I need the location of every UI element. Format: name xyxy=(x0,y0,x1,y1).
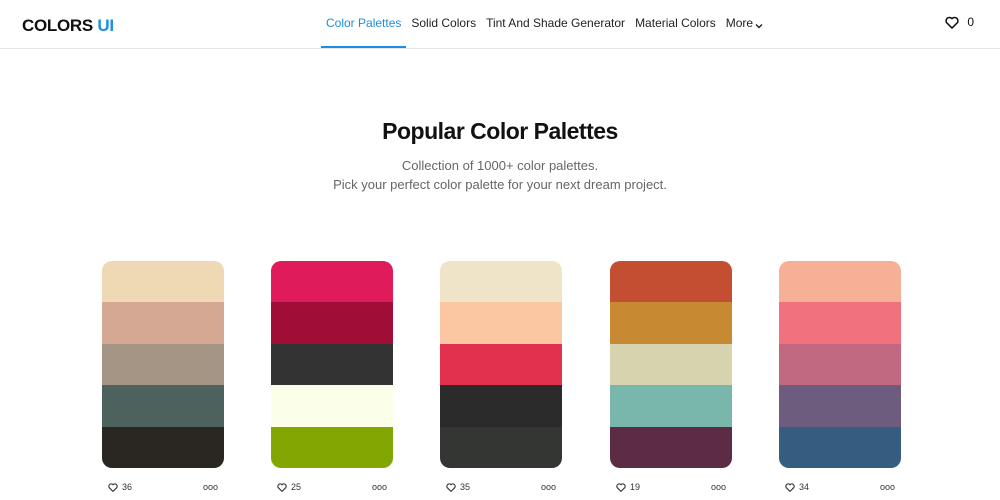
nav-tint-shade-generator[interactable]: Tint And Shade Generator xyxy=(481,0,630,47)
top-bar: COLORS UI Color Palettes Solid Colors Ti… xyxy=(0,0,1000,49)
like-count: 25 xyxy=(291,482,302,492)
more-options-icon[interactable]: ooo xyxy=(541,482,562,492)
favorites-count: 0 xyxy=(967,15,974,29)
color-swatch[interactable] xyxy=(779,343,901,386)
logo-main: COLORS xyxy=(22,16,93,35)
color-swatch[interactable] xyxy=(610,385,732,427)
more-options-icon[interactable]: ooo xyxy=(203,482,224,492)
color-swatch[interactable] xyxy=(440,426,562,468)
favorites-button[interactable]: 0 xyxy=(945,15,974,29)
heart-icon xyxy=(945,16,959,29)
palette-meta: 25 ooo xyxy=(271,480,393,494)
color-swatch[interactable] xyxy=(271,261,393,303)
logo[interactable]: COLORS UI xyxy=(22,16,114,36)
color-swatch[interactable] xyxy=(440,343,562,386)
nav-label: Tint And Shade Generator xyxy=(486,15,626,30)
like-button[interactable]: 19 xyxy=(610,482,640,492)
like-button[interactable]: 25 xyxy=(271,482,301,492)
like-count: 19 xyxy=(630,482,641,492)
nav-label: More xyxy=(725,15,754,30)
page-subtitle-line2: Pick your perfect color palette for your… xyxy=(333,177,667,192)
like-button[interactable]: 36 xyxy=(102,482,132,492)
page-title: Popular Color Palettes xyxy=(382,118,618,144)
palette-meta: 35 ooo xyxy=(440,480,562,494)
palette-meta: 34 ooo xyxy=(779,480,901,494)
heart-icon xyxy=(446,482,456,492)
nav-material-colors[interactable]: Material Colors xyxy=(630,0,721,47)
color-swatch[interactable] xyxy=(102,426,224,468)
color-swatch[interactable] xyxy=(102,385,224,427)
like-button[interactable]: 35 xyxy=(440,482,470,492)
palette-meta: 36 ooo xyxy=(102,480,224,494)
palette-card[interactable] xyxy=(779,261,901,468)
like-button[interactable]: 34 xyxy=(779,482,809,492)
color-swatch[interactable] xyxy=(271,343,393,386)
more-options-icon[interactable]: ooo xyxy=(372,482,393,492)
nav-solid-colors[interactable]: Solid Colors xyxy=(406,0,481,47)
nav-color-palettes[interactable]: Color Palettes xyxy=(321,0,407,48)
color-swatch[interactable] xyxy=(271,302,393,344)
main-nav: Color Palettes Solid Colors Tint And Sha… xyxy=(321,0,768,49)
heart-icon xyxy=(785,482,795,492)
palette-card[interactable] xyxy=(271,261,393,468)
logo-accent: UI xyxy=(97,16,114,35)
color-swatch[interactable] xyxy=(102,302,224,344)
color-swatch[interactable] xyxy=(779,385,901,427)
page-subtitle-line1: Collection of 1000+ color palettes. xyxy=(401,158,599,173)
chevron-down-icon xyxy=(755,18,763,32)
color-swatch[interactable] xyxy=(271,426,393,468)
heart-icon xyxy=(616,482,626,492)
color-swatch[interactable] xyxy=(779,302,901,344)
nav-label: Solid Colors xyxy=(411,15,477,30)
nav-more-dropdown[interactable]: More xyxy=(721,0,768,47)
color-swatch[interactable] xyxy=(271,385,393,427)
color-swatch[interactable] xyxy=(102,261,224,303)
more-options-icon[interactable]: ooo xyxy=(880,482,901,492)
color-swatch[interactable] xyxy=(779,426,901,468)
heart-icon xyxy=(108,482,118,492)
color-swatch[interactable] xyxy=(610,343,732,386)
like-count: 34 xyxy=(799,482,810,492)
palette-card[interactable] xyxy=(440,261,562,468)
color-swatch[interactable] xyxy=(440,261,562,303)
color-swatch[interactable] xyxy=(440,302,562,344)
heart-icon xyxy=(277,482,287,492)
palette-card[interactable] xyxy=(102,261,224,468)
like-count: 35 xyxy=(460,482,471,492)
color-swatch[interactable] xyxy=(440,385,562,427)
color-swatch[interactable] xyxy=(610,302,732,344)
color-swatch[interactable] xyxy=(610,261,732,303)
color-swatch[interactable] xyxy=(102,343,224,386)
color-swatch[interactable] xyxy=(779,261,901,303)
palette-meta: 19 ooo xyxy=(610,480,732,494)
nav-label: Material Colors xyxy=(635,15,716,30)
color-swatch[interactable] xyxy=(610,426,732,468)
palette-card[interactable] xyxy=(610,261,732,468)
like-count: 36 xyxy=(122,482,133,492)
more-options-icon[interactable]: ooo xyxy=(711,482,732,492)
nav-label: Color Palettes xyxy=(326,15,402,30)
